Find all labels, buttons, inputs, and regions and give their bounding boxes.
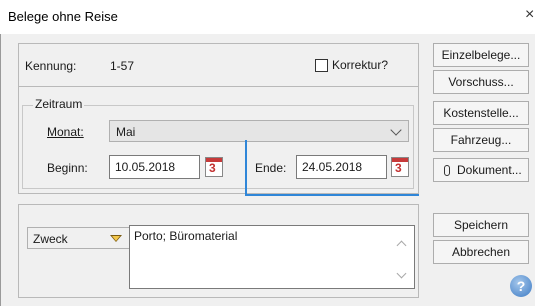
scroll-up-icon[interactable]	[396, 240, 407, 251]
beginn-date-field[interactable]: 10.05.2018	[109, 155, 200, 179]
window-title: Belege ohne Reise	[8, 9, 118, 24]
fahrzeug-button[interactable]: Fahrzeug...	[433, 128, 529, 152]
paperclip-icon	[444, 165, 450, 177]
beginn-date-value: 10.05.2018	[115, 160, 176, 174]
monat-selected-value: Mai	[116, 125, 136, 139]
ende-date-field[interactable]: 24.05.2018	[296, 155, 387, 179]
help-icon[interactable]: ?	[510, 275, 532, 297]
kennung-label: Kennung:	[25, 59, 77, 73]
kostenstelle-button[interactable]: Kostenstelle...	[433, 101, 529, 125]
close-icon[interactable]: ×	[525, 6, 534, 24]
kennung-panel: Kennung: 1-57 Korrektur?	[18, 43, 419, 87]
abbrechen-button[interactable]: Abbrechen	[433, 240, 529, 264]
ende-label: Ende:	[255, 161, 287, 175]
zweck-dropdown[interactable]: Zweck	[27, 227, 133, 249]
window-border	[0, 34, 1, 306]
beginn-label: Beginn:	[47, 161, 88, 175]
zweck-panel: Zweck Porto; Büromaterial	[18, 204, 419, 298]
einzelbelege-button[interactable]: Einzelbelege...	[433, 43, 529, 67]
monat-select[interactable]: Mai	[109, 120, 409, 142]
kennung-value: 1-57	[110, 59, 135, 73]
dokument-button-label: Dokument...	[457, 163, 522, 177]
zeitraum-panel: Zeitraum Monat: Mai Beginn: 10.05.2018 3…	[18, 87, 419, 194]
focus-connector-line	[245, 140, 247, 196]
zweck-text: Porto; Büromaterial	[134, 229, 238, 243]
zweck-textarea[interactable]: Porto; Büromaterial	[129, 225, 415, 289]
calendar-icon[interactable]: 3	[205, 157, 223, 177]
scroll-down-icon[interactable]	[396, 268, 407, 279]
speichern-button[interactable]: Speichern	[433, 213, 529, 237]
title-bar: Belege ohne Reise ×	[0, 0, 535, 34]
calendar-icon[interactable]: 3	[391, 157, 409, 177]
korrektur-label: Korrektur?	[332, 58, 389, 72]
ende-date-value: 24.05.2018	[302, 160, 363, 174]
focus-connector-line	[245, 194, 419, 196]
chevron-down-icon	[390, 124, 402, 136]
korrektur-checkbox[interactable]	[315, 59, 328, 72]
dokument-button[interactable]: Dokument...	[433, 158, 529, 182]
vorschuss-button[interactable]: Vorschuss...	[433, 70, 529, 94]
monat-label: Monat:	[47, 125, 84, 139]
zeitraum-group-label: Zeitraum	[33, 97, 85, 111]
zweck-dropdown-label: Zweck	[33, 232, 68, 246]
